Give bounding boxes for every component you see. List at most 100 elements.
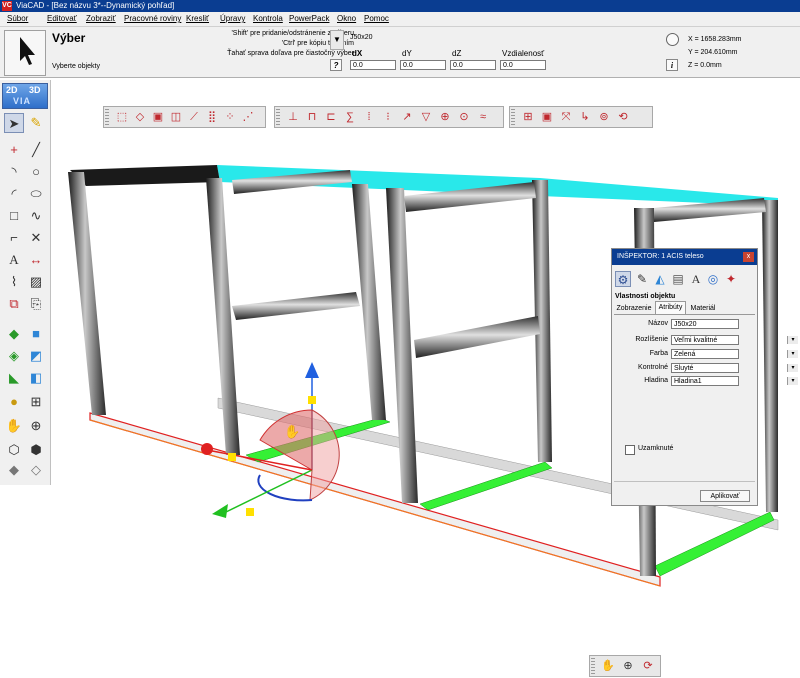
pan-hand-icon[interactable]: ✋	[600, 658, 616, 674]
snap-tangent-icon[interactable]: ▽	[418, 109, 434, 125]
select-array-icon[interactable]: ⣿	[204, 109, 220, 125]
tube-mid-2[interactable]	[414, 316, 540, 358]
solid-edit-icon[interactable]: ◩	[26, 346, 46, 366]
upright-4[interactable]	[386, 188, 418, 503]
toolbar-grip[interactable]	[276, 109, 280, 125]
point-icon[interactable]: +	[4, 140, 24, 160]
gizmo-y-arrow-icon[interactable]	[212, 504, 228, 518]
shell-icon[interactable]: ◧	[26, 368, 46, 388]
zoom-icon[interactable]: ⊕	[26, 416, 46, 436]
extrude-icon[interactable]: ◆	[4, 324, 24, 344]
menu-draw[interactable]: Kresliť	[186, 14, 209, 24]
view-arrow-icon[interactable]: ↳	[577, 109, 593, 125]
gizmo-handle-yellow-1[interactable]	[228, 453, 236, 461]
object-properties-icon[interactable]: ⚙	[615, 271, 631, 287]
view-orbit-icon[interactable]: ⊚	[596, 109, 612, 125]
snap-grid-icon[interactable]: ⊥	[285, 109, 301, 125]
snap-center-icon[interactable]: ⊕	[437, 109, 453, 125]
distance-field[interactable]: 0.0	[500, 60, 546, 70]
menu-check[interactable]: Kontrola	[253, 14, 283, 24]
cross-member-2[interactable]	[419, 461, 553, 511]
snap-on-icon[interactable]: ⁝	[380, 109, 396, 125]
chevron-down-icon[interactable]: ▾	[787, 350, 798, 358]
zoom-icon[interactable]: ⊕	[620, 658, 636, 674]
apply-button[interactable]: Aplikovať	[700, 490, 750, 502]
select-path-icon[interactable]: ⋰	[240, 109, 256, 125]
menu-help[interactable]: Pomoc	[364, 14, 389, 24]
menu-powerpack[interactable]: PowerPack	[289, 14, 329, 24]
snap-mid-icon[interactable]: ⊏	[323, 109, 339, 125]
menu-view[interactable]: Zobraziť	[86, 14, 116, 24]
smart-select-icon[interactable]: ✎	[26, 113, 46, 133]
select-points-icon[interactable]: ⁘	[222, 109, 238, 125]
top-panel-dark[interactable]	[70, 165, 220, 186]
transform-icon[interactable]: ⧉	[4, 294, 24, 314]
view-frame-icon[interactable]: ▣	[539, 109, 555, 125]
mode-via[interactable]: VIA	[13, 96, 31, 106]
select-arrow-icon[interactable]: ➤	[4, 113, 24, 133]
camera-icon[interactable]: ◎	[705, 271, 721, 287]
arc-tangent-icon[interactable]: ◜	[4, 184, 24, 204]
upright-2[interactable]	[206, 178, 240, 455]
tab-display[interactable]: Zobrazenie	[614, 303, 654, 314]
toolbar-grip[interactable]	[591, 658, 595, 674]
upright-7[interactable]	[762, 200, 778, 512]
snap-circle-icon[interactable]	[666, 33, 679, 46]
arc-icon[interactable]: ◝	[4, 162, 24, 182]
select-box-icon[interactable]: ▣	[150, 109, 166, 125]
select-tool-button[interactable]	[4, 30, 46, 76]
view-reset-icon[interactable]: ⟲	[615, 109, 631, 125]
layers-icon[interactable]: ▤	[670, 271, 686, 287]
fillet-icon[interactable]: ⌐	[4, 228, 24, 248]
circle-icon[interactable]: ○	[26, 162, 46, 182]
tab-attributes[interactable]: Atribúty	[655, 301, 686, 314]
gizmo-z-arrow-icon[interactable]	[305, 362, 319, 378]
tab-material[interactable]: Materiál	[687, 303, 719, 314]
menu-window[interactable]: Okno	[337, 14, 356, 24]
chevron-down-icon[interactable]: ▾	[787, 377, 798, 385]
mode-switch[interactable]: 2D 3D VIA	[2, 83, 48, 109]
view-cross-icon[interactable]: ⤧	[558, 109, 574, 125]
locked-checkbox[interactable]	[625, 445, 635, 455]
prop-check-select[interactable]: Sluyté	[671, 363, 739, 373]
info-button[interactable]: i	[666, 59, 678, 71]
sweep-icon[interactable]: ◣	[4, 368, 24, 388]
prop-color-select[interactable]: Zelená	[671, 349, 739, 359]
gizmo-handle-yellow-2[interactable]	[308, 396, 316, 404]
snap-end-icon[interactable]: ⊓	[304, 109, 320, 125]
gizmo-handle-yellow-3[interactable]	[246, 508, 254, 516]
toolbar-grip[interactable]	[511, 109, 515, 125]
upright-front-left[interactable]	[68, 172, 106, 415]
rectangle-icon[interactable]: □	[4, 206, 24, 226]
snap-curve-icon[interactable]: ≈	[475, 109, 491, 125]
text-style-icon[interactable]: A	[688, 271, 704, 287]
select-object-icon[interactable]: ◫	[168, 109, 184, 125]
line-icon[interactable]: ╱	[26, 140, 46, 160]
prop-resolution-select[interactable]: Veľmi kvalitné	[671, 335, 739, 345]
trim-icon[interactable]: ✕	[26, 228, 46, 248]
cross-member-3[interactable]	[654, 511, 775, 577]
inspector-title-bar[interactable]: INŠPEKTOR: 1 ACIS teleso x	[612, 249, 757, 265]
symbol-icon[interactable]: ⌇	[4, 272, 24, 292]
select-chain-icon[interactable]: ◇	[132, 109, 148, 125]
mode-3d[interactable]: 3D	[29, 85, 41, 95]
paint-icon[interactable]: ◭	[652, 271, 668, 287]
dz-field[interactable]: 0.0	[450, 60, 496, 70]
chevron-down-icon[interactable]: ▾	[787, 336, 798, 344]
select-window-icon[interactable]: ⬚	[114, 109, 130, 125]
menu-workplanes[interactable]: Pracovné roviny	[124, 14, 181, 24]
view-grid-icon[interactable]: ⊞	[520, 109, 536, 125]
revolve-icon[interactable]: ◈	[4, 346, 24, 366]
dimension-icon[interactable]: ↔	[26, 250, 46, 270]
menu-edit[interactable]: Editovať	[47, 14, 77, 24]
snap-parallel-icon[interactable]: ⁞	[361, 109, 377, 125]
text-icon[interactable]: A	[4, 250, 24, 270]
render-icon[interactable]: ✦	[723, 271, 739, 287]
ellipse-icon[interactable]: ⬭	[26, 184, 46, 204]
hidden-line-icon[interactable]: ◇	[26, 460, 46, 480]
wireframe-mode-icon[interactable]: ⬢	[26, 440, 46, 460]
select-edge-icon[interactable]: ⟋	[186, 109, 202, 125]
snap-quadrant-icon[interactable]: ⊙	[456, 109, 472, 125]
hatch-icon[interactable]: ▨	[26, 272, 46, 292]
spline-icon[interactable]: ∿	[26, 206, 46, 226]
